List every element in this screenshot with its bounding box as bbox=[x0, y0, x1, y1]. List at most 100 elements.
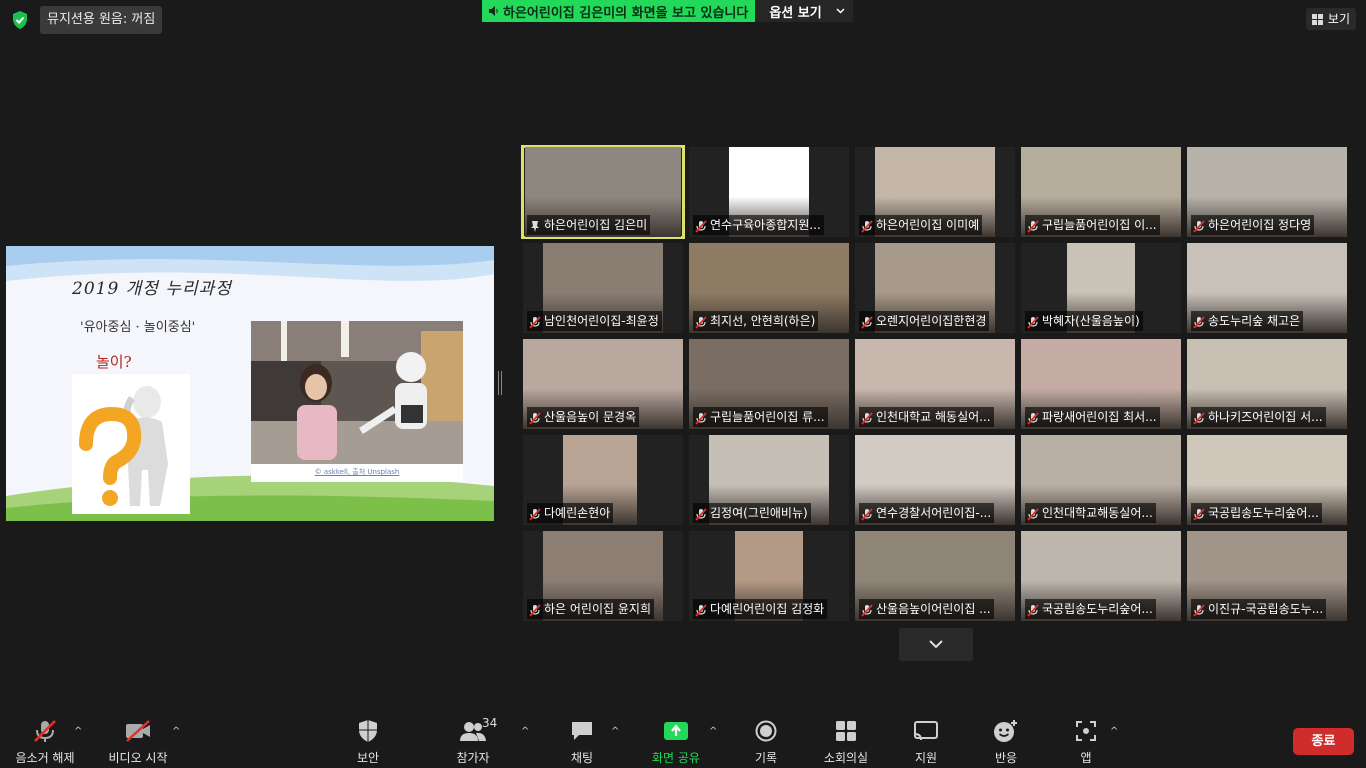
participant-tile[interactable]: 하은 어린이집 윤지희 bbox=[523, 531, 683, 621]
participant-name: 국공립송도누리숲어... bbox=[1208, 506, 1319, 520]
participants-options-chevron[interactable]: ^ bbox=[521, 726, 529, 737]
split-resize-handle[interactable] bbox=[498, 371, 502, 395]
muted-mic-icon bbox=[1027, 507, 1039, 521]
unmute-label: 음소거 해제 bbox=[15, 751, 75, 765]
participant-tile[interactable]: 인천대학교 해동실어... bbox=[855, 339, 1015, 429]
start-video-button[interactable]: 비디오 시작 bbox=[98, 718, 178, 766]
participant-tile[interactable]: 다예린어린이집 김정화 bbox=[689, 531, 849, 621]
breakout-rooms-button[interactable]: 소회의실 bbox=[806, 718, 886, 766]
participant-tile[interactable]: 연수구육아종합지원... bbox=[689, 147, 849, 237]
participant-tile[interactable]: 다예린손현아 bbox=[523, 435, 683, 525]
view-options-button[interactable]: 옵션 보기 bbox=[755, 0, 853, 22]
participant-name: 박혜자(산울음높이) bbox=[1042, 314, 1140, 328]
apps-icon bbox=[1075, 718, 1097, 744]
security-label: 보안 bbox=[356, 751, 380, 765]
zoom-meeting-window: 뮤지션용 원음: 꺼짐 하은어린이집 김은미의 화면을 보고 있습니다 옵션 보… bbox=[0, 0, 1366, 768]
participant-name: 하은어린이집 이미예 bbox=[876, 218, 980, 232]
speaker-icon bbox=[489, 6, 498, 16]
end-meeting-button[interactable]: 종료 bbox=[1293, 728, 1354, 755]
support-button[interactable]: 지원 bbox=[886, 718, 966, 766]
chat-button[interactable]: 채팅 bbox=[542, 718, 622, 766]
participant-tile[interactable]: 산울음높이어린이집 ... bbox=[855, 531, 1015, 621]
share-message-text: 하은어린이집 김은미의 화면을 보고 있습니다 bbox=[503, 5, 749, 21]
muted-mic-icon bbox=[861, 507, 873, 521]
participant-tile[interactable]: 박혜자(산울음높이) bbox=[1021, 243, 1181, 333]
participant-name-label: 하은어린이집 김은미 bbox=[527, 215, 651, 235]
share-screen-button[interactable]: 화면 공유 bbox=[636, 718, 716, 766]
participant-name: 인천대학교해동실어... bbox=[1042, 506, 1153, 520]
participant-name: 산울음높이 문경옥 bbox=[544, 410, 637, 424]
share-options-chevron[interactable]: ^ bbox=[709, 726, 717, 737]
participants-label: 참가자 bbox=[456, 751, 490, 765]
participant-tile[interactable]: 연수경찰서어린이집-... bbox=[855, 435, 1015, 525]
security-button[interactable]: 보안 bbox=[328, 718, 408, 766]
unmute-button[interactable]: 음소거 해제 bbox=[5, 718, 85, 766]
participant-name-label: 국공립송도누리숲어... bbox=[1191, 503, 1322, 523]
participant-name: 이진규-국공립송도누... bbox=[1208, 602, 1324, 616]
encryption-shield-icon[interactable] bbox=[10, 10, 30, 30]
participant-tile[interactable]: 하나키즈어린이집 서... bbox=[1187, 339, 1347, 429]
participant-tile[interactable]: 구립늘품어린이집 이... bbox=[1021, 147, 1181, 237]
participant-tile[interactable]: 산울음높이 문경옥 bbox=[523, 339, 683, 429]
participant-tile[interactable]: 구립늘품어린이집 류... bbox=[689, 339, 849, 429]
participant-name-label: 연수경찰서어린이집-... bbox=[859, 503, 995, 523]
apps-options-chevron[interactable]: ^ bbox=[1110, 726, 1118, 737]
chat-options-chevron[interactable]: ^ bbox=[611, 726, 619, 737]
participant-tile[interactable]: 이진규-국공립송도누... bbox=[1187, 531, 1347, 621]
share-message: 하은어린이집 김은미의 화면을 보고 있습니다 bbox=[482, 0, 756, 22]
participant-name: 남인천어린이집-최윤정 bbox=[544, 314, 659, 328]
muted-mic-icon bbox=[695, 219, 707, 233]
participant-name: 구립늘품어린이집 이... bbox=[1042, 218, 1157, 232]
spotlight-pin-icon bbox=[529, 219, 541, 232]
participant-tile[interactable]: 국공립송도누리숲어... bbox=[1187, 435, 1347, 525]
participant-tile[interactable]: 최지선, 안현희(하은) bbox=[689, 243, 849, 333]
participant-tile[interactable]: 오렌지어린이집한현경 bbox=[855, 243, 1015, 333]
participant-name: 인천대학교 해동실어... bbox=[876, 410, 991, 424]
participant-name: 최지선, 안현희(하은) bbox=[710, 314, 816, 328]
participant-name: 김정여(그린애비뉴) bbox=[710, 506, 808, 520]
start-video-label: 비디오 시작 bbox=[108, 751, 168, 765]
view-options-label: 옵션 보기 bbox=[769, 5, 822, 21]
chevron-down-icon bbox=[836, 8, 845, 14]
participant-tile[interactable]: 파랑새어린이집 최서... bbox=[1021, 339, 1181, 429]
participant-name: 파랑새어린이집 최서... bbox=[1042, 410, 1157, 424]
participant-tile[interactable]: 하은어린이집 김은미 bbox=[521, 145, 685, 239]
participant-name-label: 하은어린이집 이미예 bbox=[859, 215, 983, 235]
video-off-icon bbox=[124, 718, 152, 744]
photo-credit: © askkell, 출처 Unsplash bbox=[251, 464, 463, 482]
participant-name: 국공립송도누리숲어... bbox=[1042, 602, 1153, 616]
participant-tile[interactable]: 송도누리숲 채고은 bbox=[1187, 243, 1347, 333]
participant-name-label: 파랑새어린이집 최서... bbox=[1025, 407, 1160, 427]
participant-tile[interactable]: 인천대학교해동실어... bbox=[1021, 435, 1181, 525]
muted-mic-icon bbox=[1027, 315, 1039, 329]
participant-tile[interactable]: 하은어린이집 이미예 bbox=[855, 147, 1015, 237]
participant-name: 다예린손현아 bbox=[544, 506, 611, 520]
participant-tile[interactable]: 하은어린이집 정다영 bbox=[1187, 147, 1347, 237]
audio-options-chevron[interactable]: ^ bbox=[74, 726, 82, 737]
chat-bubble-icon bbox=[570, 718, 594, 744]
participant-name: 하은어린이집 김은미 bbox=[544, 218, 648, 232]
muted-mic-icon bbox=[1027, 603, 1039, 617]
participant-name-label: 남인천어린이집-최윤정 bbox=[527, 311, 662, 331]
next-page-button[interactable] bbox=[899, 628, 973, 661]
slide-title: 2019 개정 누리과정 bbox=[72, 279, 232, 299]
chevron-down-icon bbox=[929, 640, 943, 649]
participant-name-label: 박혜자(산울음높이) bbox=[1025, 311, 1143, 331]
participant-tile[interactable]: 김정여(그린애비뉴) bbox=[689, 435, 849, 525]
video-options-chevron[interactable]: ^ bbox=[172, 726, 180, 737]
shared-screen-content: 2019 개정 누리과정 '유아중심 · 놀이중심' 놀이? © askkell… bbox=[6, 246, 494, 521]
muted-mic-icon bbox=[1027, 411, 1039, 425]
record-button[interactable]: 기록 bbox=[726, 718, 806, 766]
participant-tile[interactable]: 국공립송도누리숲어... bbox=[1021, 531, 1181, 621]
participants-button[interactable]: 34 참가자 bbox=[433, 716, 513, 766]
participant-tile[interactable]: 남인천어린이집-최윤정 bbox=[523, 243, 683, 333]
participant-name-label: 인천대학교 해동실어... bbox=[859, 407, 994, 427]
breakout-rooms-icon bbox=[835, 718, 857, 744]
original-sound-toggle[interactable]: 뮤지션용 원음: 꺼짐 bbox=[40, 6, 163, 34]
view-layout-button[interactable]: 보기 bbox=[1305, 8, 1356, 30]
participant-name: 연수구육아종합지원... bbox=[710, 218, 821, 232]
participant-name-label: 다예린손현아 bbox=[527, 503, 614, 523]
participant-name: 오렌지어린이집한현경 bbox=[876, 314, 987, 328]
reactions-button[interactable]: 반응 bbox=[966, 718, 1046, 766]
participant-name-label: 구립늘품어린이집 류... bbox=[693, 407, 828, 427]
